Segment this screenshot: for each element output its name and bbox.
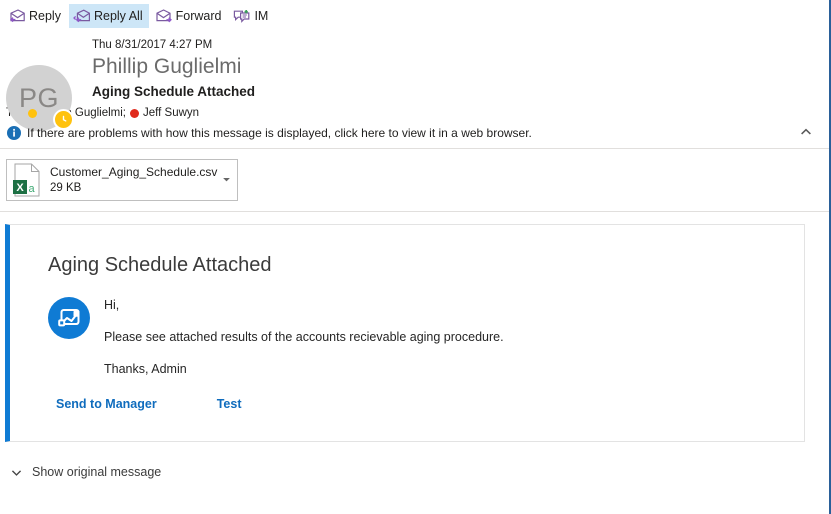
reply-icon — [8, 7, 26, 25]
attachment-size: 29 KB — [50, 181, 82, 194]
recipients-row: To Phillip Guglielmi; Jeff Suwyn — [6, 107, 829, 119]
chevron-down-icon — [222, 173, 231, 187]
greeting-text: Hi, — [104, 298, 120, 312]
presence-away-icon — [28, 108, 37, 118]
reply-button-label: Reply — [29, 8, 61, 23]
reply-all-button-label: Reply All — [93, 8, 143, 23]
forward-button[interactable]: Forward — [151, 4, 228, 28]
signoff-text: Thanks, Admin — [104, 362, 187, 376]
test-link[interactable]: Test — [217, 397, 242, 411]
card-copy: Hi, Please see attached results of the a… — [56, 295, 504, 411]
recipient-name: Jeff Suwyn — [143, 107, 200, 119]
forward-button-label: Forward — [175, 8, 222, 23]
card-body: Hi, Please see attached results of the a… — [48, 295, 804, 411]
send-to-manager-link[interactable]: Send to Manager — [56, 397, 157, 411]
message-subject: Aging Schedule Attached — [92, 84, 256, 99]
show-original-message-label: Show original message — [32, 465, 162, 479]
view-in-browser-bar[interactable]: If there are problems with how this mess… — [0, 119, 829, 149]
reply-all-icon — [73, 7, 91, 25]
instant-message-icon — [233, 7, 251, 25]
svg-text:X: X — [16, 182, 24, 194]
attachment-filename: Customer_Aging_Schedule.csv — [50, 164, 218, 179]
collapse-header-button[interactable] — [797, 125, 815, 143]
sender-name[interactable]: Phillip Guglielmi — [92, 53, 829, 80]
presence-busy-icon — [130, 108, 140, 118]
svg-text:a: a — [28, 183, 35, 195]
instant-message-button-label: IM — [254, 8, 269, 23]
reply-all-button[interactable]: Reply All — [68, 3, 149, 28]
info-icon — [6, 125, 22, 141]
attachment-meta: Customer_Aging_Schedule.csv 29 KB — [50, 165, 219, 196]
chevron-up-icon — [799, 125, 813, 142]
reply-button[interactable]: Reply — [4, 4, 67, 28]
forward-icon — [155, 7, 173, 25]
view-in-browser-text: If there are problems with how this mess… — [27, 126, 532, 140]
card-title: Aging Schedule Attached — [48, 254, 272, 276]
show-original-message-toggle[interactable]: Show original message — [0, 464, 829, 480]
excel-csv-file-icon: X a — [12, 163, 42, 197]
body-paragraph: Please see attached results of the accou… — [104, 330, 504, 344]
chevron-down-icon — [8, 464, 24, 480]
message-header: PG Thu 8/31/2017 4:27 PM Phillip Gugliel… — [0, 31, 829, 131]
attachment-area: X a Customer_Aging_Schedule.csv 29 KB — [0, 149, 829, 212]
message-header-text: Thu 8/31/2017 4:27 PM Phillip Guglielmi … — [92, 35, 829, 101]
message-toolbar: Reply Reply All Forward IM — [0, 0, 829, 31]
card-actions: Send to Manager Test — [56, 397, 504, 411]
instant-message-button[interactable]: IM — [229, 4, 274, 28]
message-date: Thu 8/31/2017 4:27 PM — [92, 39, 213, 51]
message-body-area: Aging Schedule Attached Hi, Please see a… — [0, 212, 829, 442]
flow-notification-card: Aging Schedule Attached Hi, Please see a… — [5, 224, 805, 442]
attachment-menu-button[interactable] — [219, 173, 233, 187]
attachment-item[interactable]: X a Customer_Aging_Schedule.csv 29 KB — [6, 159, 238, 201]
recipient-chip[interactable]: Jeff Suwyn — [130, 107, 199, 119]
microsoft-flow-icon — [48, 297, 90, 339]
